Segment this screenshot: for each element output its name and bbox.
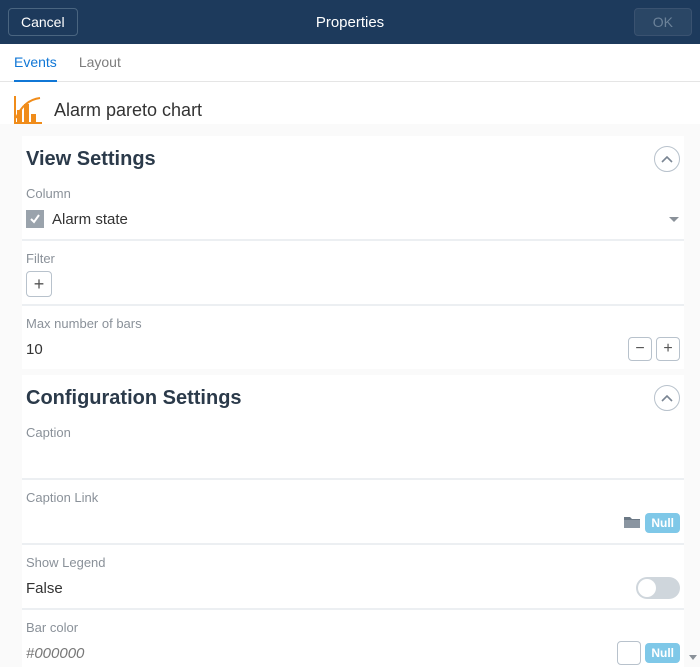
bar-color-null-button[interactable]: Null xyxy=(645,643,680,663)
tab-bar: Events Layout xyxy=(0,44,700,82)
color-swatch-button[interactable] xyxy=(617,641,641,665)
caption-link-input[interactable] xyxy=(26,512,623,535)
bar-color-value: #000000 xyxy=(26,645,84,662)
show-legend-toggle[interactable] xyxy=(636,577,680,599)
configuration-settings-panel: Configuration Settings Caption Caption L… xyxy=(22,375,684,667)
caption-link-label: Caption Link xyxy=(26,490,680,505)
bar-color-field: Bar color #000000 Null xyxy=(22,610,684,667)
column-value: Alarm state xyxy=(52,211,128,228)
max-bars-stepper: − + xyxy=(628,337,680,361)
dialog-title: Properties xyxy=(0,14,700,31)
max-bars-decrement-button[interactable]: − xyxy=(628,337,652,361)
max-bars-label: Max number of bars xyxy=(26,316,680,331)
column-dropdown[interactable]: Alarm state xyxy=(26,205,680,233)
plus-icon: + xyxy=(34,275,45,293)
show-legend-field: Show Legend False xyxy=(22,545,684,610)
view-settings-panel: View Settings Column Alarm state xyxy=(22,136,684,369)
add-filter-button[interactable]: + xyxy=(26,271,52,297)
collapse-view-settings-button[interactable] xyxy=(654,146,680,172)
chevron-up-icon xyxy=(661,151,673,167)
max-bars-value: 10 xyxy=(26,341,43,358)
caption-input[interactable] xyxy=(26,447,680,470)
tab-events[interactable]: Events xyxy=(14,54,57,82)
caption-label: Caption xyxy=(26,425,680,440)
ok-button[interactable]: OK xyxy=(634,8,692,36)
object-title: Alarm pareto chart xyxy=(54,100,202,121)
dialog-header: Cancel Properties OK xyxy=(0,0,700,44)
config-settings-heading: Configuration Settings xyxy=(26,387,242,410)
caption-link-field: Caption Link Null xyxy=(22,480,684,545)
view-settings-heading: View Settings xyxy=(26,148,156,171)
collapse-config-settings-button[interactable] xyxy=(654,385,680,411)
page-dropdown-caret[interactable] xyxy=(688,649,698,665)
show-legend-label: Show Legend xyxy=(26,555,680,570)
folder-icon[interactable] xyxy=(623,514,641,533)
filter-label: Filter xyxy=(26,251,680,266)
null-button[interactable]: Null xyxy=(645,513,680,533)
panel-scroll-area[interactable]: View Settings Column Alarm state xyxy=(0,124,700,667)
pareto-chart-icon xyxy=(14,96,44,124)
object-header: Alarm pareto chart xyxy=(0,82,700,124)
column-label: Column xyxy=(26,186,680,201)
cancel-button[interactable]: Cancel xyxy=(8,8,78,36)
filter-field: Filter + xyxy=(22,241,684,306)
chevron-down-icon xyxy=(668,211,680,227)
max-bars-field: Max number of bars 10 − + xyxy=(22,306,684,369)
column-field: Column Alarm state xyxy=(22,176,684,241)
bar-color-label: Bar color xyxy=(26,620,680,635)
show-legend-value: False xyxy=(26,580,63,597)
tab-layout[interactable]: Layout xyxy=(79,54,121,81)
toggle-knob xyxy=(638,579,656,597)
chevron-up-icon xyxy=(661,390,673,406)
max-bars-increment-button[interactable]: + xyxy=(656,337,680,361)
caption-field: Caption xyxy=(22,415,684,480)
column-check-icon xyxy=(26,210,44,228)
